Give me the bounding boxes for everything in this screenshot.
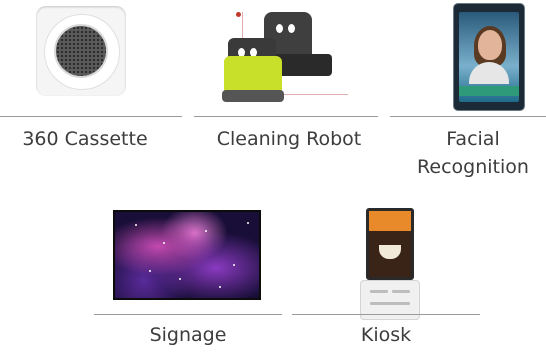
signage-icon — [115, 212, 259, 298]
product-label-line2: Recognition — [417, 156, 529, 178]
facial-recognition-icon — [454, 4, 524, 110]
divider — [0, 116, 182, 117]
divider — [292, 314, 480, 315]
product-label: Signage — [149, 324, 227, 346]
kiosk-icon — [360, 208, 420, 320]
cleaning-robot-icon — [212, 8, 352, 104]
product-label: Cleaning Robot — [216, 128, 362, 150]
product-label: 360 Cassette — [22, 128, 148, 150]
divider — [94, 314, 282, 315]
divider — [390, 116, 546, 117]
divider — [194, 116, 378, 117]
product-label: Facial — [446, 128, 500, 150]
product-label: Kiosk — [360, 324, 412, 346]
cassette-ac-icon — [36, 6, 126, 96]
